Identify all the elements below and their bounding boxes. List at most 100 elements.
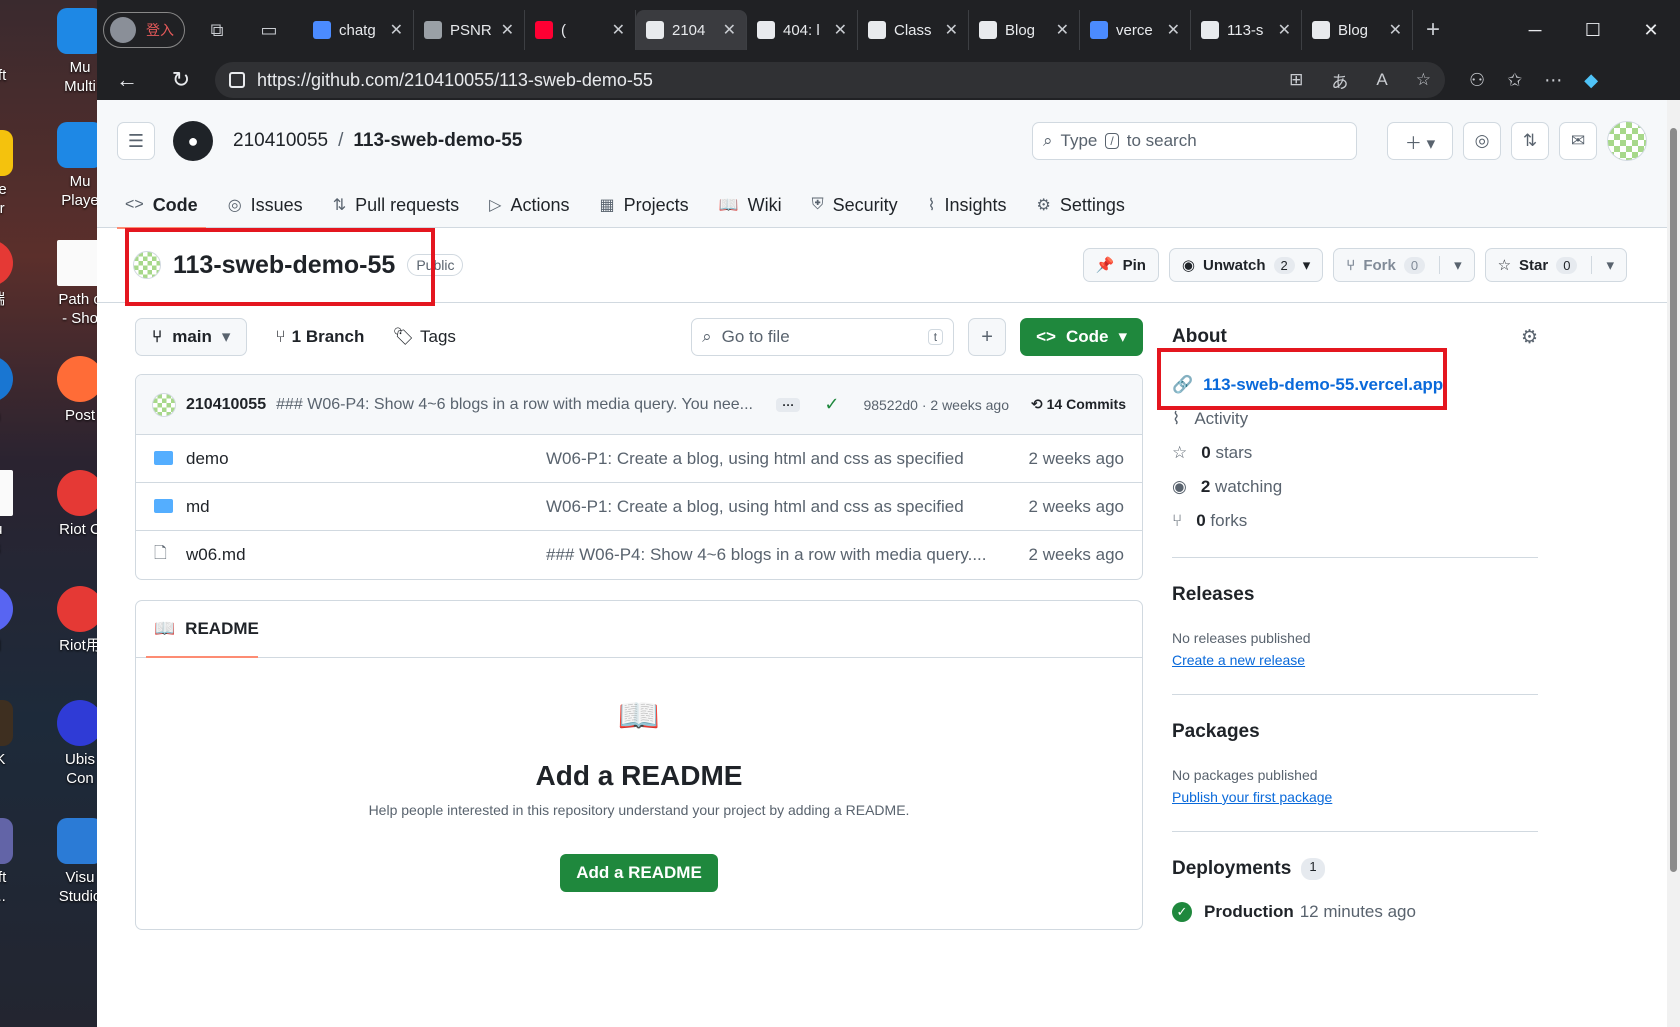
- table-row[interactable]: md W06-P1: Create a blog, using html and …: [136, 483, 1142, 531]
- scrollbar-thumb[interactable]: [1670, 128, 1677, 872]
- browser-tab[interactable]: Blog ✕: [969, 10, 1080, 50]
- browser-tab[interactable]: Class ✕: [858, 10, 969, 50]
- maximize-icon[interactable]: ☐: [1564, 20, 1622, 41]
- close-tab-icon[interactable]: ✕: [501, 20, 514, 40]
- translate-icon[interactable]: あ: [1331, 68, 1348, 93]
- desktop-icon[interactable]: Path o - Sho: [30, 240, 97, 328]
- commits-link[interactable]: ⟲ 14 Commits: [1031, 396, 1126, 413]
- packages-heading[interactable]: Packages: [1172, 721, 1538, 743]
- commit-author[interactable]: 210410055: [186, 396, 266, 414]
- tags-link[interactable]: 🏷 Tags: [392, 327, 456, 347]
- menu-icon[interactable]: ☰: [117, 122, 155, 160]
- activity-link[interactable]: ⌇ Activity: [1172, 409, 1538, 429]
- pin-button[interactable]: 📌 Pin: [1082, 248, 1159, 282]
- browser-tab[interactable]: 113-s ✕: [1191, 10, 1302, 50]
- create-new-button[interactable]: ＋ ▾: [1387, 122, 1453, 160]
- file-name[interactable]: md: [174, 497, 546, 517]
- user-avatar[interactable]: [1607, 121, 1647, 161]
- tab-actions-icon[interactable]: ▭: [251, 12, 287, 48]
- close-tab-icon[interactable]: ✕: [1167, 20, 1180, 40]
- inbox-icon[interactable]: ✉: [1559, 122, 1597, 160]
- close-tab-icon[interactable]: ✕: [1389, 20, 1402, 40]
- unwatch-button[interactable]: ◉ Unwatch 2 ▾: [1168, 248, 1324, 282]
- new-tab-button[interactable]: +: [1413, 16, 1453, 44]
- file-commit-message[interactable]: ### W06-P4: Show 4~6 blogs in a row with…: [546, 545, 1009, 565]
- file-name[interactable]: demo: [174, 449, 546, 469]
- chevron-down-icon[interactable]: ▾: [1439, 256, 1462, 274]
- releases-heading[interactable]: Releases: [1172, 584, 1538, 606]
- more-icon[interactable]: ⋯: [1544, 70, 1562, 91]
- tab-actions[interactable]: ▷ Actions: [489, 182, 569, 228]
- add-readme-button[interactable]: Add a README: [560, 854, 718, 892]
- close-window-icon[interactable]: ✕: [1622, 20, 1680, 41]
- read-aloud-icon[interactable]: A: [1376, 70, 1387, 90]
- desktop-icon[interactable]: Riot用: [30, 586, 97, 655]
- extensions-icon[interactable]: ⚇: [1469, 70, 1485, 91]
- browser-tab[interactable]: verce ✕: [1080, 10, 1191, 50]
- table-row[interactable]: demo W06-P1: Create a blog, using html an…: [136, 435, 1142, 483]
- table-row[interactable]: 🗋 w06.md ### W06-P4: Show 4~6 blogs in a r…: [136, 531, 1142, 579]
- desktop-icon[interactable]: osoft ge: [0, 66, 40, 104]
- tab-security[interactable]: ⛨ Security: [812, 182, 898, 228]
- gear-icon[interactable]: ⚙: [1521, 326, 1538, 349]
- close-tab-icon[interactable]: ✕: [723, 20, 736, 40]
- file-commit-message[interactable]: W06-P1: Create a blog, using html and cs…: [546, 497, 1009, 517]
- close-tab-icon[interactable]: ✕: [1278, 20, 1291, 40]
- tab-code[interactable]: <> Code: [117, 182, 206, 229]
- add-file-button[interactable]: +: [968, 318, 1007, 356]
- url-box[interactable]: https://github.com/210410055/113-sweb-de…: [215, 62, 1445, 98]
- commit-message[interactable]: ### W06-P4: Show 4~6 blogs in a row with…: [276, 396, 766, 414]
- browser-tab[interactable]: PSNR ✕: [414, 10, 525, 50]
- desktop-icon[interactable]: Visu Studio: [30, 818, 97, 906]
- page-scrollbar[interactable]: [1667, 100, 1680, 1027]
- forks-link[interactable]: ⑂ 0 forks: [1172, 511, 1538, 531]
- go-to-file-input[interactable]: ⌕ Go to file t: [691, 318, 955, 356]
- browser-tab[interactable]: Blog ✕: [1302, 10, 1413, 50]
- chevron-down-icon[interactable]: ▾: [1591, 256, 1614, 274]
- favorites-icon[interactable]: ✩: [1507, 70, 1522, 91]
- branches-link[interactable]: ⑂ 1 Branch: [275, 327, 364, 347]
- deployment-item[interactable]: ✓ Production 12 minutes ago: [1172, 902, 1538, 922]
- repo-link[interactable]: 113-sweb-demo-55: [353, 130, 522, 151]
- favorite-star-icon[interactable]: ☆: [1416, 70, 1431, 90]
- search-input[interactable]: ⌕ Type / to search: [1032, 122, 1357, 160]
- split-screen-icon[interactable]: ⊞: [1289, 70, 1303, 90]
- stars-link[interactable]: ☆ 0 stars: [1172, 443, 1538, 463]
- reload-icon[interactable]: ↻: [161, 67, 201, 93]
- tab-settings[interactable]: ⚙ Settings: [1036, 182, 1124, 228]
- tab-issues[interactable]: ◎ Issues: [228, 182, 303, 228]
- tab-insights[interactable]: ⌇ Insights: [928, 182, 1007, 228]
- code-button[interactable]: <> Code ▾: [1020, 318, 1143, 356]
- desktop-icon[interactable]: Post: [30, 356, 97, 425]
- workspaces-icon[interactable]: ⧉: [199, 12, 235, 48]
- expand-message-button[interactable]: ···: [776, 397, 801, 412]
- desktop-icon[interactable]: Ubis Con: [30, 700, 97, 788]
- publish-package-link[interactable]: Publish your first package: [1172, 789, 1538, 805]
- tab-wiki[interactable]: 📖 Wiki: [719, 182, 782, 228]
- copilot-icon[interactable]: ◆: [1584, 70, 1598, 91]
- file-name[interactable]: w06.md: [174, 545, 546, 565]
- browser-tab[interactable]: (✕: [525, 10, 636, 50]
- deployments-heading[interactable]: Deployments: [1172, 858, 1291, 880]
- close-tab-icon[interactable]: ✕: [834, 20, 847, 40]
- issues-icon[interactable]: ◎: [1463, 122, 1501, 160]
- desktop-icon[interactable]: Mu Playe: [30, 122, 97, 210]
- url-text[interactable]: https://github.com/210410055/113-sweb-de…: [257, 70, 1261, 91]
- tab-projects[interactable]: ▦ Projects: [600, 182, 689, 228]
- browser-tab[interactable]: 2104 ✕: [636, 10, 747, 50]
- create-release-link[interactable]: Create a new release: [1172, 652, 1538, 668]
- branch-select[interactable]: ⑂ main ▾: [135, 318, 248, 356]
- close-tab-icon[interactable]: ✕: [1056, 20, 1069, 40]
- back-icon[interactable]: ←: [107, 67, 147, 93]
- check-icon[interactable]: ✓: [824, 394, 839, 415]
- close-tab-icon[interactable]: ✕: [390, 20, 403, 40]
- fork-button[interactable]: ⑂ Fork 0 ▾: [1333, 248, 1475, 282]
- browser-tab[interactable]: chatg ✕: [303, 10, 414, 50]
- owner-link[interactable]: 210410055: [233, 130, 328, 151]
- desktop-icon[interactable]: Riot C: [30, 470, 97, 539]
- desktop-icon[interactable]: arble cher: [0, 130, 40, 218]
- pull-requests-icon[interactable]: ⇅: [1511, 122, 1549, 160]
- github-logo-icon[interactable]: ●: [173, 121, 213, 161]
- watching-link[interactable]: ◉ 2 watching: [1172, 477, 1538, 497]
- close-tab-icon[interactable]: ✕: [612, 20, 625, 40]
